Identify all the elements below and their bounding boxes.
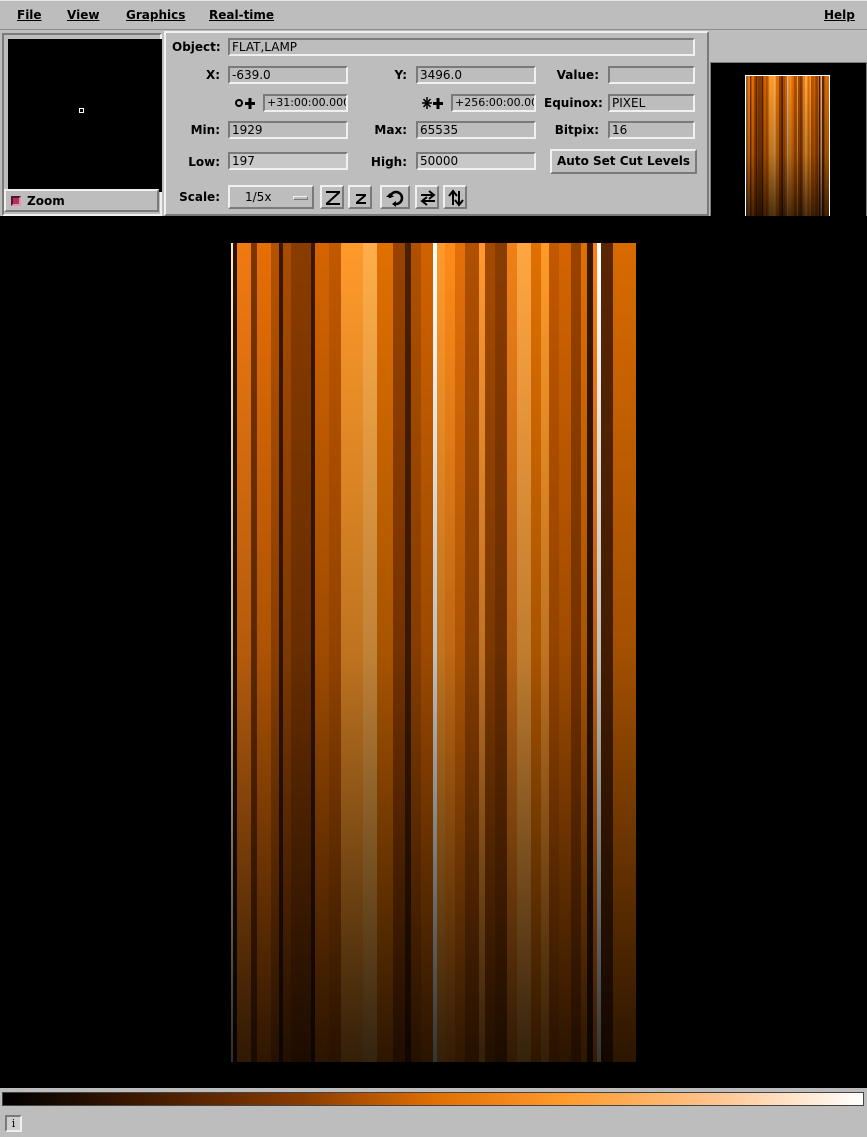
- min-field: 1929: [228, 121, 348, 139]
- max-label: Max:: [374, 123, 407, 137]
- flip-y-icon: [448, 189, 464, 207]
- menu-help-label: Help: [824, 8, 855, 22]
- high-input[interactable]: 50000: [416, 152, 536, 170]
- object-field: FLAT,LAMP: [228, 38, 695, 56]
- dec-field: +256:00:00.00: [451, 94, 536, 112]
- scale-label: Scale:: [179, 190, 220, 204]
- high-label: High:: [370, 155, 407, 169]
- rotate-icon: [386, 190, 404, 207]
- max-field: 65535: [416, 121, 536, 139]
- info-icon: i: [5, 1115, 22, 1132]
- equinox-field: PIXEL: [608, 94, 695, 112]
- value-field: [608, 66, 695, 84]
- scale-select[interactable]: 1/5x: [228, 185, 314, 209]
- pan-fade-overlay: [746, 76, 829, 230]
- low-input[interactable]: 197: [228, 152, 348, 170]
- menu-help[interactable]: Help: [824, 8, 855, 22]
- image-fade-overlay: [231, 243, 636, 1062]
- bitpix-field: 16: [608, 121, 695, 139]
- menu-view-label: View: [67, 8, 100, 22]
- equinox-label: Equinox:: [544, 96, 603, 110]
- y-field: 3496.0: [416, 66, 536, 84]
- zoom-checkbox[interactable]: [11, 196, 21, 206]
- ra-icon: [234, 96, 256, 113]
- bitpix-label: Bitpix:: [554, 123, 599, 137]
- pan-thumbnail: [745, 75, 830, 231]
- scale-value: 1/5x: [245, 190, 272, 204]
- zoom-window: [8, 39, 162, 192]
- menu-graphics[interactable]: Graphics: [126, 8, 185, 22]
- status-bar: i: [0, 1110, 867, 1137]
- zoom-out-icon: [356, 194, 366, 204]
- low-label: Low:: [188, 155, 220, 169]
- menu-realtime-label: Real-time: [209, 8, 275, 22]
- menu-file-label: File: [17, 8, 42, 22]
- dec-icon: [422, 96, 444, 113]
- zoom-cursor: [79, 108, 84, 113]
- menu-realtime[interactable]: Real-time: [209, 8, 274, 22]
- object-label: Object:: [172, 40, 221, 54]
- value-label: Value:: [556, 68, 599, 82]
- flip-y-button[interactable]: [443, 185, 467, 209]
- x-label: X:: [205, 68, 220, 82]
- auto-set-cut-levels-button[interactable]: Auto Set Cut Levels: [550, 149, 697, 174]
- zoom-in-icon: [326, 191, 340, 205]
- menubar: File View Graphics Real-time Help: [0, 0, 867, 30]
- x-field: -639.0: [228, 66, 348, 84]
- flip-x-button[interactable]: [415, 185, 439, 209]
- menu-file[interactable]: File: [17, 8, 42, 22]
- zoom-toggle[interactable]: Zoom: [4, 189, 159, 212]
- min-label: Min:: [190, 123, 220, 137]
- flip-x-icon: [420, 190, 436, 206]
- menu-graphics-label: Graphics: [126, 8, 186, 22]
- zoom-out-button[interactable]: [348, 185, 372, 209]
- rotate-button[interactable]: [380, 185, 410, 209]
- dropdown-indicator-icon: [293, 196, 308, 200]
- zoom-in-button[interactable]: [320, 185, 344, 209]
- main-image[interactable]: [231, 243, 636, 1062]
- ra-field: +31:00:00.000: [263, 94, 348, 112]
- image-viewer[interactable]: [0, 216, 867, 1088]
- y-label: Y:: [394, 68, 407, 82]
- colorbar[interactable]: [2, 1092, 864, 1106]
- zoom-label: Zoom: [27, 194, 65, 208]
- colorbar-frame: [0, 1088, 867, 1110]
- menu-view[interactable]: View: [67, 8, 99, 22]
